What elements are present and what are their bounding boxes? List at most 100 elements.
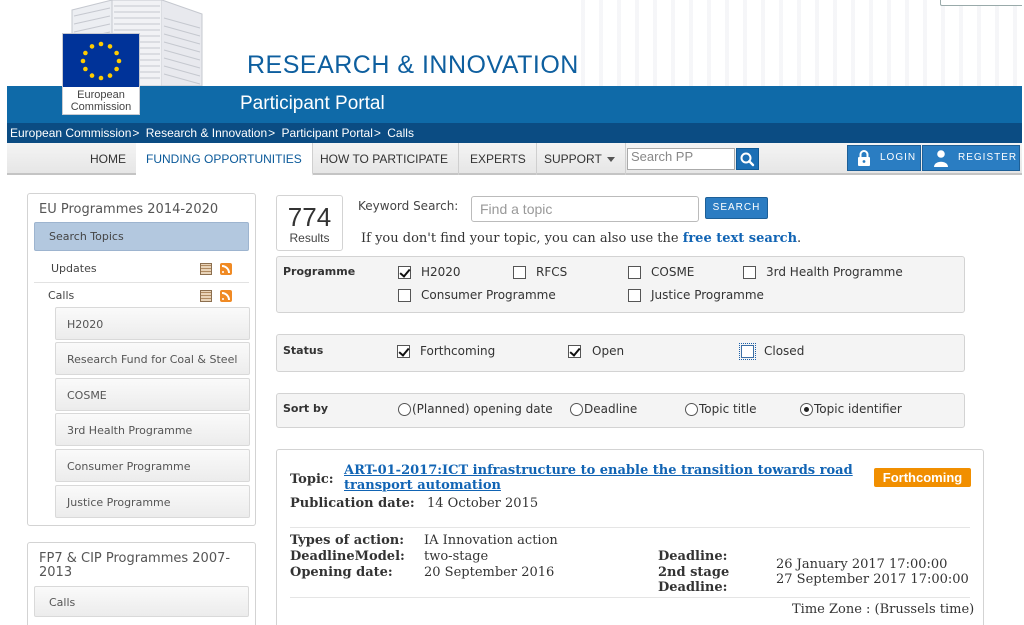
sidebar-item-label: Updates — [51, 262, 97, 275]
programme-option-label: Consumer Programme — [421, 288, 556, 302]
nav-how-to-participate[interactable]: HOW TO PARTICIPATE — [310, 143, 460, 175]
card-divider — [290, 527, 970, 528]
caret-down-icon — [606, 157, 615, 163]
deadline-label: Deadline: — [658, 549, 728, 564]
programme-checkbox-cosme[interactable] — [628, 266, 641, 279]
results-count: 774 Results — [276, 195, 343, 251]
keyword-search-button[interactable]: SEARCH — [705, 197, 768, 219]
status-checkbox-forthcoming[interactable] — [397, 345, 410, 358]
sidebar-item-search-topics[interactable]: Search Topics — [34, 222, 249, 251]
logo-text: European Commission — [63, 89, 139, 113]
breadcrumb: European Commission> Research & Innovati… — [7, 123, 1022, 143]
free-text-search-link[interactable]: free text search — [683, 231, 797, 246]
lock-icon — [858, 150, 870, 166]
opening-date-value: 20 September 2016 — [424, 565, 555, 580]
sidebar-eu-programmes: EU Programmes 2014-2020 Search Topics Up… — [27, 193, 256, 526]
opening-date-label: Opening date: — [290, 565, 393, 580]
status-option-label: Forthcoming — [420, 344, 496, 358]
sort-option-label: (Planned) opening date — [412, 402, 553, 416]
sidebar-subitem-rfcs[interactable]: Research Fund for Coal & Steel — [55, 342, 250, 375]
sidebar-item-label: Calls — [48, 289, 75, 302]
sort-options: Sort by (Planned) opening date Deadline … — [276, 393, 965, 428]
sidebar-item-updates[interactable]: Updates — [34, 255, 249, 283]
timezone-note: Time Zone : (Brussels time) — [792, 602, 975, 617]
programme-checkbox-h2020[interactable] — [398, 266, 411, 279]
logo-text-line1: European — [77, 89, 125, 101]
keyword-search-input[interactable]: Find a topic — [471, 196, 699, 222]
programme-filter: Programme H2020 RFCS COSME 3rd Health Pr… — [276, 256, 965, 313]
search-hint-suffix: . — [797, 231, 802, 246]
breadcrumb-item-research-innovation[interactable]: Research & Innovation — [146, 126, 267, 140]
deadline-model-value: two-stage — [424, 549, 489, 564]
rss-icon[interactable] — [220, 263, 232, 275]
sidebar-subitem-consumer[interactable]: Consumer Programme — [55, 449, 250, 482]
portal-title: Participant Portal — [240, 93, 385, 114]
sort-radio-topic-identifier[interactable] — [800, 403, 813, 416]
search-hint: If you don't find your topic, you can al… — [361, 231, 801, 246]
second-stage-label: 2nd stage — [658, 565, 730, 580]
sidebar-item-fp7-calls[interactable]: Calls — [34, 586, 249, 617]
search-hint-text: If you don't find your topic, you can al… — [361, 231, 679, 246]
nav-support[interactable]: SUPPORT — [534, 143, 626, 175]
sidebar-subitem-justice[interactable]: Justice Programme — [55, 485, 250, 518]
nav-funding-opportunities[interactable]: FUNDING OPPORTUNITIES — [136, 143, 313, 176]
types-of-action-value: IA Innovation action — [424, 533, 558, 548]
deadline-model-label: DeadlineModel: — [290, 549, 405, 564]
search-icon — [740, 152, 755, 167]
topic-result-card: Topic: ART-01-2017:ICT infrastructure to… — [276, 449, 984, 625]
ec-logo[interactable]: European Commission — [62, 33, 140, 115]
deadline-value: 26 January 2017 17:00:00 — [776, 557, 948, 572]
portal-search-button[interactable] — [736, 148, 759, 170]
login-button[interactable]: LOGIN — [847, 145, 921, 171]
topic-label: Topic: — [290, 472, 334, 487]
programme-checkbox-rfcs[interactable] — [513, 266, 526, 279]
results-count-number: 774 — [287, 202, 332, 232]
rss-icon[interactable] — [220, 290, 232, 302]
sidebar-subitem-cosme[interactable]: COSME — [55, 378, 250, 411]
second-stage-deadline-label: Deadline: — [658, 580, 728, 595]
status-filter-label: Status — [283, 344, 324, 357]
sidebar-subitem-h2020[interactable]: H2020 — [55, 307, 250, 340]
site-title: RESEARCH & INNOVATION — [247, 51, 579, 79]
sort-radio-topic-title[interactable] — [685, 403, 698, 416]
logo-text-line2: Commission — [70, 101, 132, 113]
publication-date-value: 14 October 2015 — [427, 496, 539, 511]
programme-checkbox-consumer[interactable] — [398, 289, 411, 302]
sort-option-label: Deadline — [584, 402, 638, 416]
sort-radio-opening-date[interactable] — [398, 403, 411, 416]
portal-search-input[interactable]: Search PP — [627, 148, 735, 170]
sort-option-label: Topic title — [699, 402, 757, 416]
card-divider — [290, 597, 970, 598]
programme-option-label: Justice Programme — [651, 288, 764, 302]
sidebar-heading-fp7: FP7 & CIP Programmes 2007-2013 — [39, 551, 231, 580]
status-checkbox-closed[interactable] — [739, 343, 756, 360]
sidebar-item-calls[interactable]: Calls — [34, 282, 249, 310]
breadcrumb-item-calls: Calls — [387, 126, 414, 140]
eu-flag-icon — [63, 34, 139, 87]
programme-checkbox-justice[interactable] — [628, 289, 641, 302]
top-language-selector[interactable] — [940, 0, 1022, 6]
site-header: RESEARCH & INNOVATION — [7, 0, 1022, 86]
nav-experts[interactable]: EXPERTS — [460, 143, 537, 175]
calendar-icon[interactable] — [200, 263, 212, 275]
status-option-label: Closed — [764, 344, 805, 358]
main-navigation: HOME FUNDING OPPORTUNITIES HOW TO PARTIC… — [7, 143, 1022, 176]
user-icon — [934, 150, 948, 167]
header-decoration — [567, 0, 1022, 86]
status-checkbox-open[interactable] — [568, 345, 581, 358]
status-filter: Status Forthcoming Open Closed — [276, 334, 965, 372]
breadcrumb-item-european-commission[interactable]: European Commission — [10, 126, 131, 140]
nav-support-label: SUPPORT — [544, 152, 602, 166]
sort-radio-deadline[interactable] — [570, 403, 583, 416]
register-button[interactable]: REGISTER — [922, 145, 1020, 171]
second-stage-deadline-value: 27 September 2017 17:00:00 — [776, 572, 969, 587]
register-label: REGISTER — [958, 152, 1018, 163]
sort-label: Sort by — [283, 402, 329, 415]
calendar-icon[interactable] — [200, 290, 212, 302]
publication-date-label: Publication date: — [290, 496, 415, 511]
sidebar-subitem-3rd-health[interactable]: 3rd Health Programme — [55, 413, 250, 446]
breadcrumb-item-participant-portal[interactable]: Participant Portal — [282, 126, 373, 140]
nav-home[interactable]: HOME — [80, 143, 137, 175]
programme-checkbox-3rd-health[interactable] — [743, 266, 756, 279]
topic-title-link[interactable]: ART-01-2017:ICT infrastructure to enable… — [344, 463, 854, 493]
